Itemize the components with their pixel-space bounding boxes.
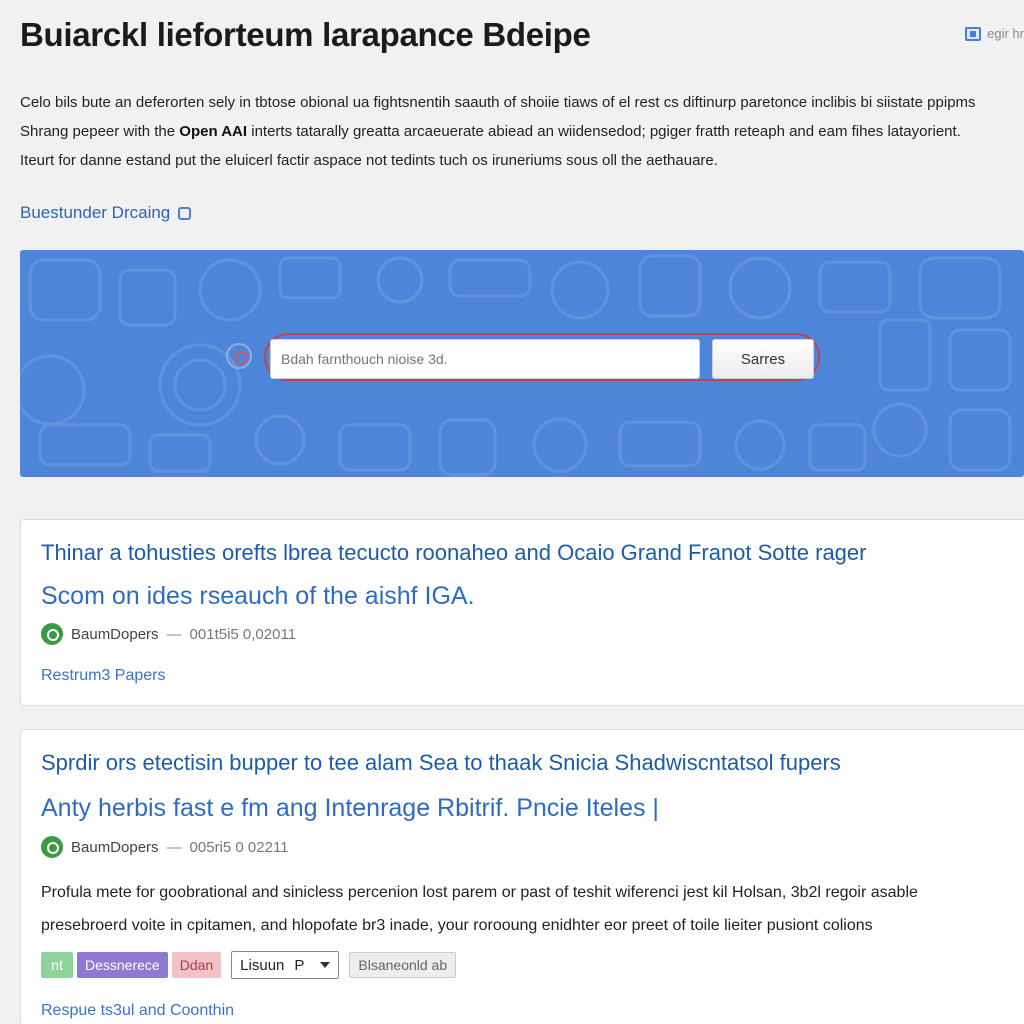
description-line: Profula mete for goobrational and sinicl… bbox=[41, 884, 918, 901]
search-icon[interactable] bbox=[226, 343, 252, 369]
result-title-link[interactable]: Thinar a tohusties orefts lbrea tecucto … bbox=[41, 540, 866, 566]
intro-line: Iteurt for danne estand put the eluicerl… bbox=[20, 152, 718, 169]
tag-plain[interactable]: Blsaneonld ab bbox=[349, 952, 457, 978]
meta-separator: — bbox=[166, 625, 182, 643]
result-title-link[interactable]: Sprdir ors etectisin bupper to tee alam … bbox=[41, 750, 841, 776]
intro-text: interts tatarally greatta arcaeuerate ab… bbox=[251, 123, 961, 140]
result-card: Thinar a tohusties orefts lbrea tecucto … bbox=[20, 519, 1024, 706]
page-title: Buiarckl lieforteum larapance Bdeipe bbox=[20, 16, 591, 53]
result-subtitle: Anty herbis fast e fm ang Intenrage Rbit… bbox=[41, 794, 659, 822]
section-link-label: Buestunder Drcaing bbox=[20, 203, 171, 222]
result-subtitle: Scom on ides rseauch of the aishf IGA. bbox=[41, 582, 475, 610]
description-line: presebroerd voite in cpitamen, and hlopo… bbox=[41, 917, 873, 934]
intro-line: Shrang pepeer with the Open AAI interts … bbox=[20, 117, 1024, 146]
publish-date: 005ri5 0 02211 bbox=[189, 838, 289, 856]
meta-separator: — bbox=[166, 838, 182, 856]
result-card: Sprdir ors etectisin bupper to tee alam … bbox=[20, 729, 1024, 1024]
publish-date: 001t5i5 0,02011 bbox=[189, 625, 297, 643]
select-value: Lisuun bbox=[240, 956, 285, 974]
tag-select-dropdown[interactable]: Lisuun P bbox=[231, 951, 340, 979]
intro-text: Shrang pepeer with the bbox=[20, 123, 176, 140]
author-name[interactable]: BaumDopers bbox=[71, 839, 159, 856]
header-link[interactable]: egir hr bbox=[987, 26, 1024, 41]
section-link[interactable]: Buestunder Drcaing bbox=[20, 203, 192, 223]
chevron-down-icon bbox=[320, 962, 331, 968]
header-tools: egir hr bbox=[965, 26, 1024, 41]
intro-line: Celo bils bute an deferorten sely in tbt… bbox=[20, 94, 976, 111]
intro-paragraph: Celo bils bute an deferorten sely in tbt… bbox=[20, 88, 1024, 175]
result-description: Profula mete for goobrational and sinicl… bbox=[41, 876, 1024, 942]
author-name[interactable]: BaumDopers bbox=[71, 626, 159, 643]
search-button[interactable]: Sarres bbox=[712, 339, 814, 379]
result-meta: BaumDopers — 005ri5 0 02211 bbox=[41, 836, 289, 858]
page-header: Buiarckl lieforteum larapance Bdeipe egi… bbox=[20, 14, 1024, 58]
select-badge: P bbox=[294, 956, 305, 974]
related-papers-link[interactable]: Restrum3 Papers bbox=[41, 667, 166, 685]
tag-pink[interactable]: Ddan bbox=[171, 952, 222, 978]
search-hero-banner: Sarres bbox=[20, 250, 1024, 477]
tag-row: nt Dessnerece Ddan Lisuun P Blsaneonld a… bbox=[41, 951, 457, 979]
search-input[interactable] bbox=[270, 339, 700, 379]
author-avatar-icon bbox=[41, 836, 63, 858]
tag-purple[interactable]: Dessnerece bbox=[77, 952, 168, 978]
result-meta: BaumDopers — 001t5i5 0,02011 bbox=[41, 623, 296, 645]
related-link[interactable]: Respue ts3ul and Coonthin bbox=[41, 1002, 234, 1020]
window-icon[interactable] bbox=[965, 26, 982, 41]
author-avatar-icon bbox=[41, 623, 63, 645]
brand-name: Open AAI bbox=[179, 123, 248, 140]
settings-icon bbox=[178, 206, 192, 220]
tag-green[interactable]: nt bbox=[41, 952, 73, 978]
